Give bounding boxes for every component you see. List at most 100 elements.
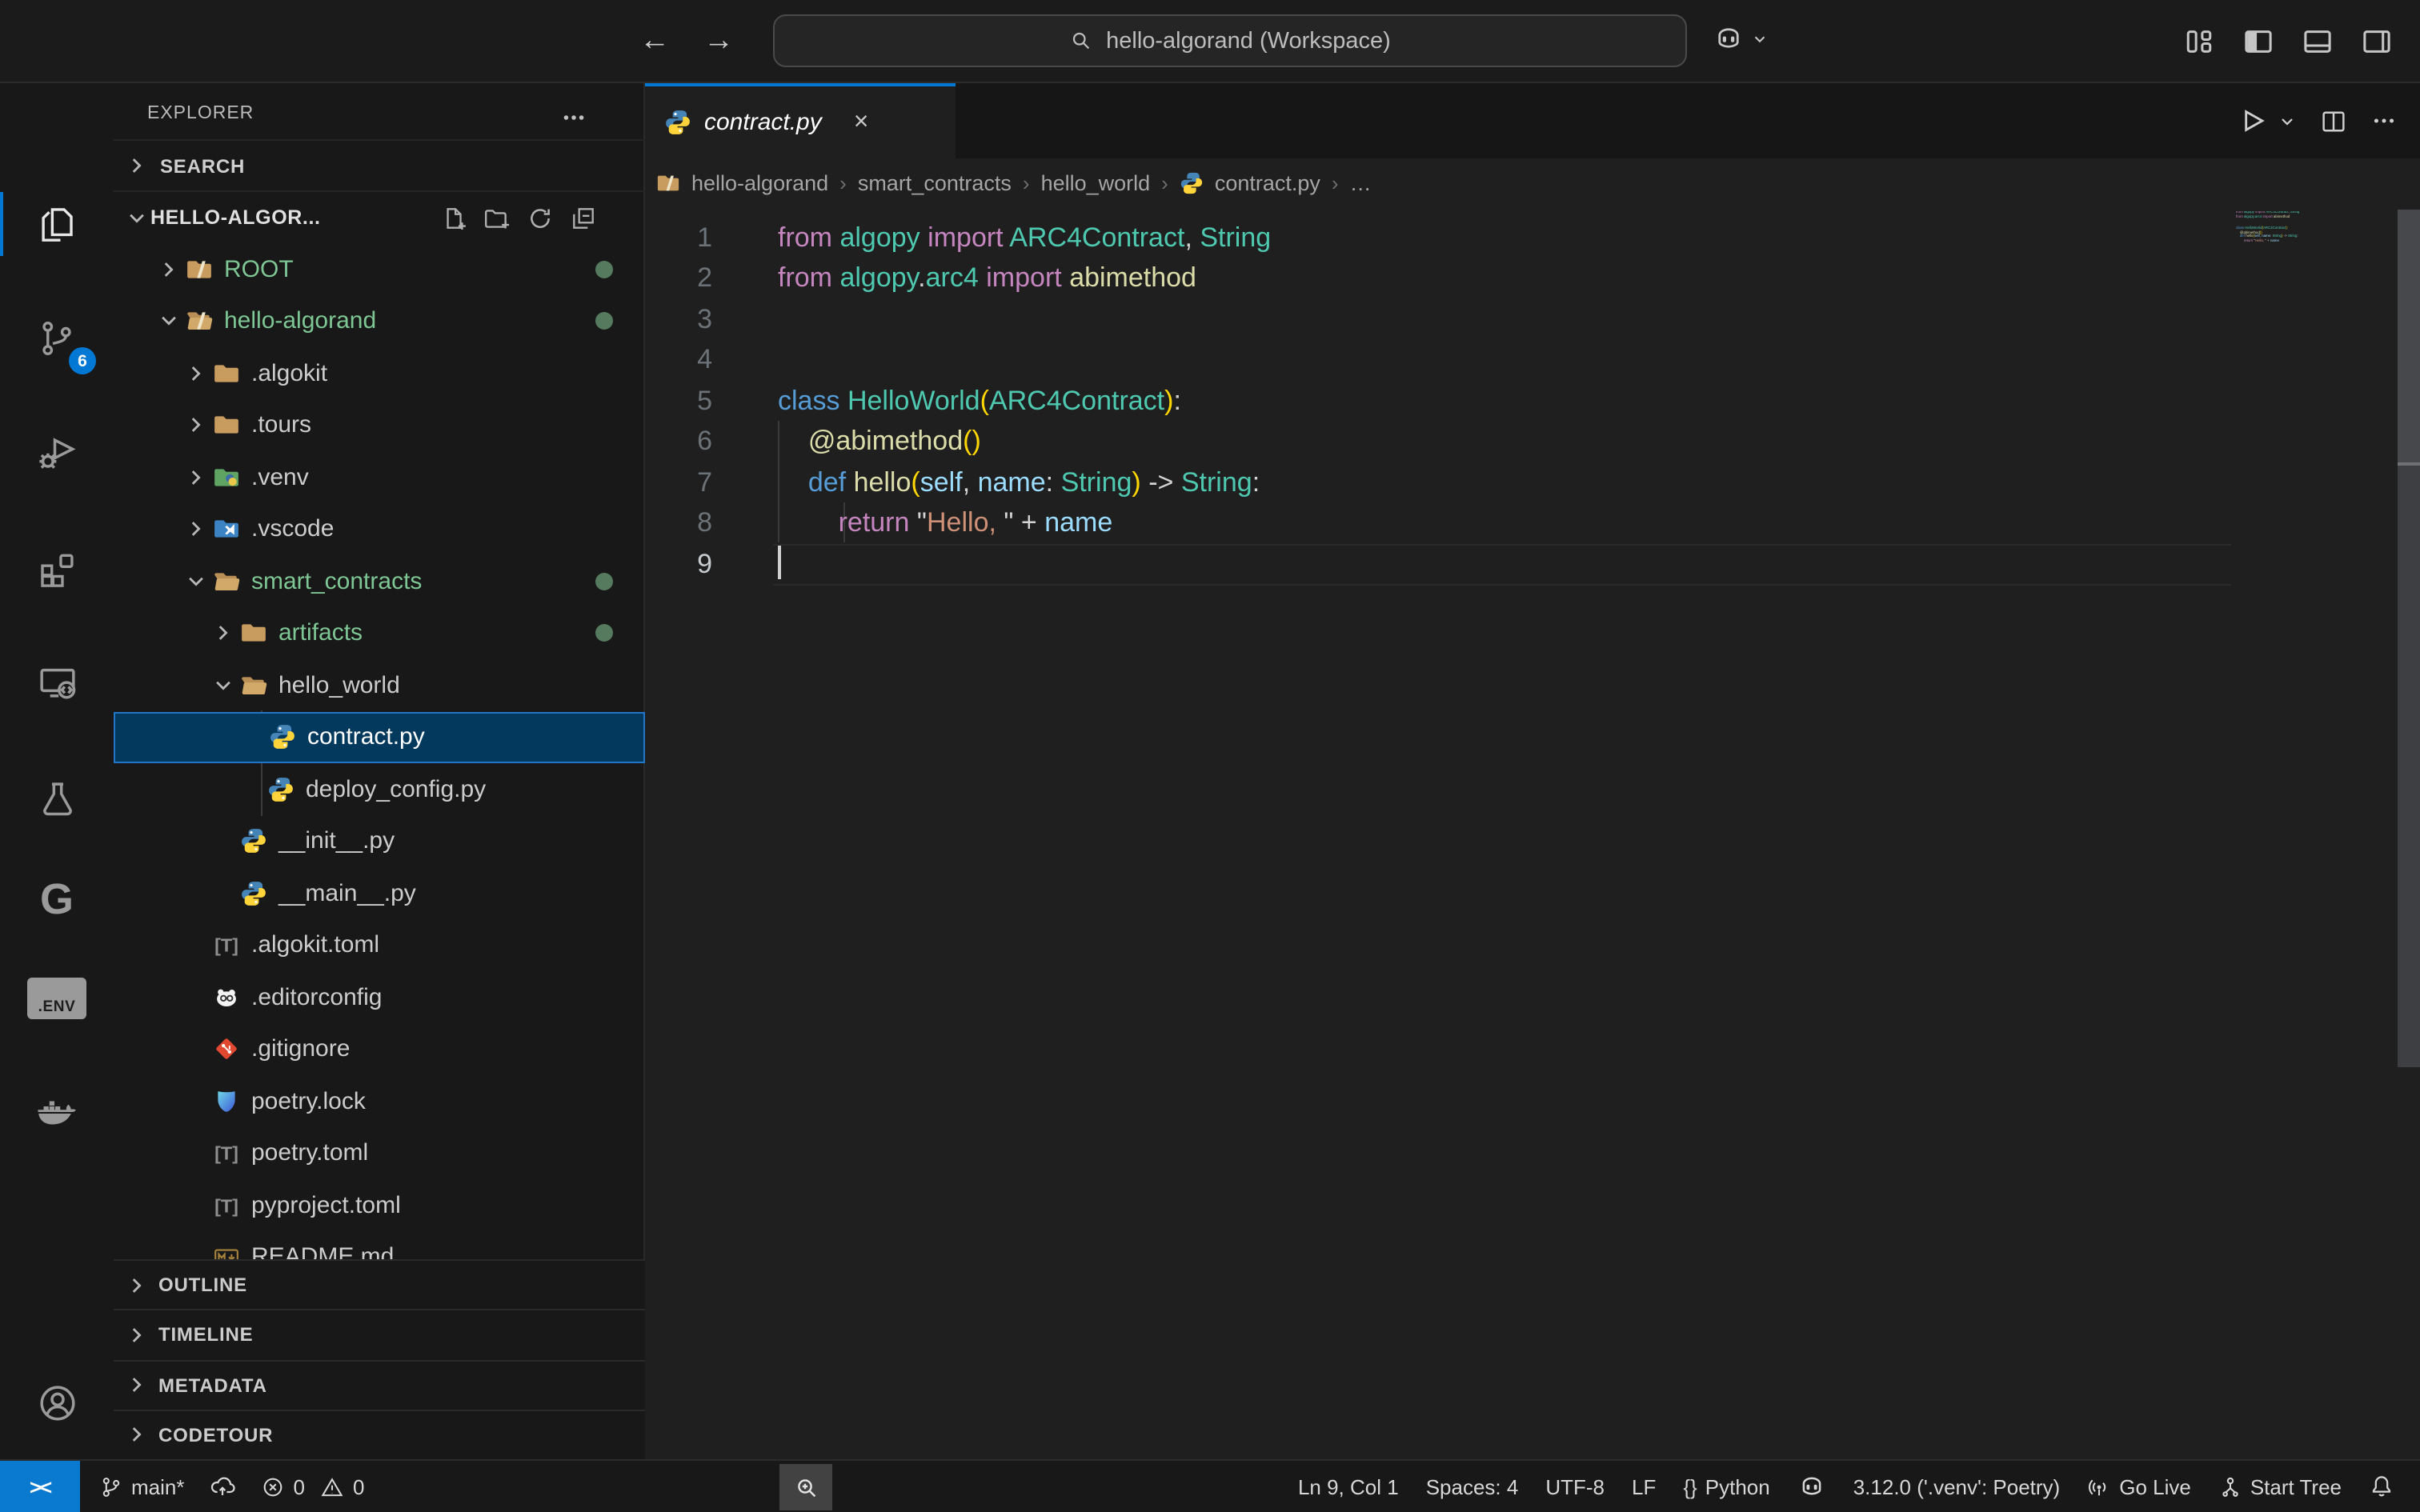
eol-item[interactable]: LF	[1632, 1474, 1656, 1498]
explorer-more-actions-icon[interactable]	[560, 99, 595, 134]
testing-icon[interactable]	[0, 762, 114, 838]
notifications-bell-icon[interactable]	[2369, 1474, 2394, 1499]
code-editor[interactable]: 123456789 from algopy import ARC4Contrac…	[645, 208, 2420, 1459]
vscode-window: ← → hello-algorand (Workspace) 6 G .ENV …	[0, 0, 2420, 1512]
editor-scrollbar-lower[interactable]	[2398, 466, 2420, 1067]
tree-item-label: poetry.toml	[251, 1140, 368, 1167]
tree-item-contract.py[interactable]: contract.py	[114, 711, 645, 763]
run-python-icon[interactable]	[2238, 106, 2268, 136]
source-control-icon[interactable]: 6	[0, 299, 114, 376]
chevron-down-icon	[123, 204, 150, 231]
tree-item-.vscode[interactable]: .vscode	[114, 503, 645, 555]
collapse-folders-icon[interactable]	[570, 204, 597, 231]
tree-item-.venv[interactable]: .venv	[114, 451, 645, 503]
sidebar-section-outline[interactable]: OUTLINE	[114, 1259, 645, 1310]
tree-item-artifacts[interactable]: artifacts	[114, 607, 645, 659]
tree-item-__main__.py[interactable]: __main__.py	[114, 867, 645, 919]
copilot-status-icon[interactable]	[1797, 1472, 1826, 1501]
sidebar-section-codetour[interactable]: CODETOUR	[114, 1410, 645, 1460]
tree-item-.gitignore[interactable]: .gitignore	[114, 1023, 645, 1075]
new-file-icon[interactable]	[440, 204, 467, 231]
forward-arrow-icon[interactable]: →	[698, 21, 739, 62]
sidebar-section-search[interactable]: SEARCH	[114, 139, 645, 192]
tree-item-.algokit.toml[interactable]: [T].algokit.toml	[114, 919, 645, 971]
git-modified-dot	[595, 573, 613, 590]
git-branch-item[interactable]: main*	[99, 1474, 185, 1498]
customize-layout-icon[interactable]	[2178, 21, 2220, 62]
breadcrumb-item[interactable]: hello-algorand	[691, 171, 828, 195]
dotenv-icon[interactable]: .ENV	[0, 960, 114, 1037]
poetry-icon	[213, 1088, 243, 1115]
tree-item-deploy_config.py[interactable]: deploy_config.py	[114, 763, 645, 815]
run-debug-icon[interactable]	[0, 414, 114, 491]
tree-item-hello-algorand[interactable]: hello-algorand	[114, 295, 645, 347]
zoom-status-item[interactable]	[779, 1464, 832, 1510]
breadcrumb-item[interactable]: smart_contracts	[858, 171, 1012, 195]
python-interpreter-item[interactable]: 3.12.0 ('.venv': Poetry)	[1853, 1474, 2061, 1498]
tree-item-.editorconfig[interactable]: .editorconfig	[114, 971, 645, 1023]
extensions-icon[interactable]	[0, 530, 114, 606]
tree-item-__init__.py[interactable]: __init__.py	[114, 815, 645, 867]
workspace-section-header[interactable]: HELLO-ALGOR...	[114, 192, 645, 243]
python-icon	[240, 880, 270, 907]
tree-item-hello_world[interactable]: hello_world	[114, 659, 645, 711]
tab-contract-py[interactable]: contract.py ×	[645, 83, 956, 158]
tree-item-label: .vscode	[251, 516, 334, 543]
accounts-icon[interactable]	[0, 1365, 114, 1442]
scm-badge: 6	[69, 347, 96, 374]
explorer-icon[interactable]	[0, 186, 114, 262]
text-cursor	[778, 546, 780, 579]
toggle-secondary-sidebar-icon[interactable]	[2356, 21, 2398, 62]
git-modified-dot	[595, 261, 613, 278]
sync-changes-icon[interactable]	[210, 1474, 236, 1499]
tree-item-.tours[interactable]: .tours	[114, 399, 645, 451]
sidebar-section-metadata[interactable]: METADATA	[114, 1359, 645, 1410]
encoding-item[interactable]: UTF-8	[1545, 1474, 1605, 1498]
indentation-item[interactable]: Spaces: 4	[1426, 1474, 1519, 1498]
run-dropdown-chevron-icon[interactable]	[2278, 111, 2297, 130]
tab-bar: contract.py ×	[645, 83, 2420, 158]
split-editor-icon[interactable]	[2319, 106, 2348, 135]
breadcrumb-item[interactable]: …	[1350, 171, 1372, 195]
new-folder-icon[interactable]	[483, 204, 511, 231]
breadcrumb-separator: ›	[1332, 171, 1339, 195]
tab-close-icon[interactable]: ×	[854, 108, 869, 137]
docker-icon[interactable]	[0, 1074, 114, 1150]
algokit-icon[interactable]: G	[0, 861, 114, 938]
start-tree-item[interactable]: Start Tree	[2218, 1474, 2342, 1498]
tree-item-.algokit[interactable]: .algokit	[114, 347, 645, 399]
remote-explorer-icon[interactable]	[0, 645, 114, 722]
toggle-primary-sidebar-icon[interactable]	[2238, 21, 2279, 62]
breadcrumb-item[interactable]: contract.py	[1215, 171, 1320, 195]
copilot-menu[interactable]	[1713, 22, 1769, 54]
tree-item-ROOT[interactable]: ROOT	[114, 243, 645, 295]
tree-item-poetry.lock[interactable]: poetry.lock	[114, 1075, 645, 1127]
minimap[interactable]: from algopy import ARC4Contract, Stringf…	[2236, 211, 2326, 253]
tree-item-smart_contracts[interactable]: smart_contracts	[114, 555, 645, 607]
tree-item-poetry.toml[interactable]: [T]poetry.toml	[114, 1127, 645, 1179]
breadcrumb-item[interactable]: hello_world	[1041, 171, 1151, 195]
back-arrow-icon[interactable]: ←	[634, 21, 675, 62]
git-modified-dot	[595, 313, 613, 330]
folder-icon	[213, 360, 243, 387]
python-file-icon	[664, 109, 691, 136]
python-icon	[240, 828, 270, 855]
sidebar-title: EXPLORER	[147, 104, 254, 123]
folder-icon	[240, 620, 270, 647]
command-center-search[interactable]: hello-algorand (Workspace)	[773, 14, 1687, 67]
toggle-panel-icon[interactable]	[2297, 21, 2338, 62]
refresh-icon[interactable]	[527, 204, 554, 231]
language-mode-item[interactable]: {}Python	[1683, 1474, 1769, 1498]
remote-indicator[interactable]: ><	[0, 1461, 80, 1512]
copilot-icon	[1713, 22, 1745, 54]
python-icon	[267, 776, 298, 803]
python-icon	[269, 724, 299, 751]
problems-item[interactable]: 0 0	[262, 1474, 365, 1498]
folder-venv-icon	[213, 464, 243, 491]
editor-scrollbar[interactable]	[2398, 210, 2420, 462]
editor-more-actions-icon[interactable]	[2370, 107, 2398, 134]
tree-item-pyproject.toml[interactable]: [T]pyproject.toml	[114, 1179, 645, 1231]
sidebar-section-timeline[interactable]: TIMELINE	[114, 1310, 645, 1360]
cursor-position-item[interactable]: Ln 9, Col 1	[1298, 1474, 1399, 1498]
go-live-item[interactable]: Go Live	[2087, 1474, 2191, 1498]
